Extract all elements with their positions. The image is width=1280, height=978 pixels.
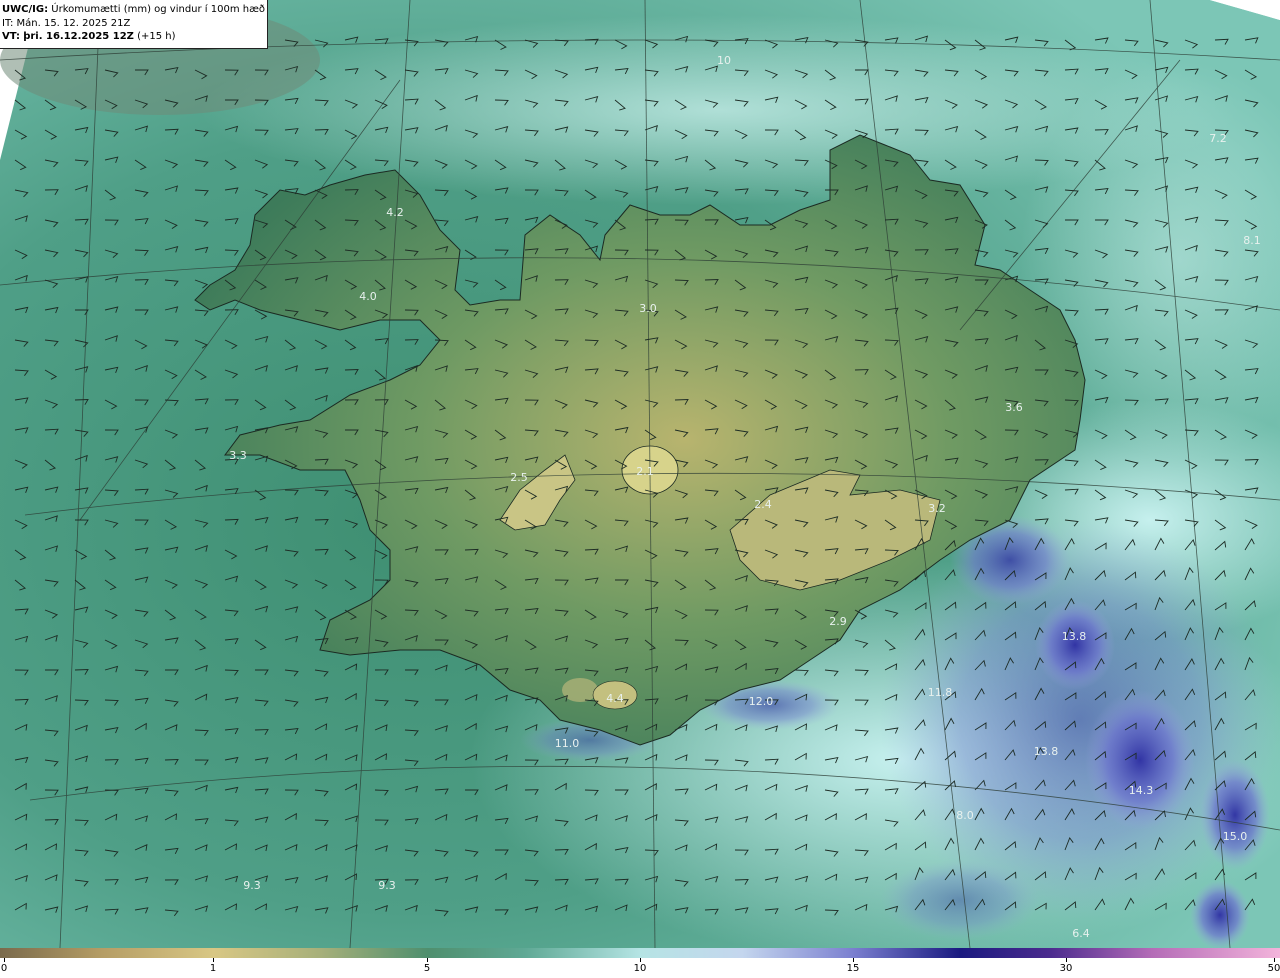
colorbar-tick-mark (853, 958, 854, 962)
precip-value-label: 2.1 (636, 465, 654, 478)
model-label: UWC/IG: (2, 4, 49, 15)
colorbar-tick-mark (213, 958, 214, 962)
colorbar (0, 948, 1280, 958)
precip-value-label: 2.9 (829, 615, 847, 628)
precip-value-label: 13.8 (1062, 630, 1087, 643)
valid-time: þri. 16.12.2025 12Z (23, 31, 134, 42)
lead-time: (+15 h) (137, 31, 176, 42)
precip-value-label: 8.1 (1243, 234, 1261, 247)
precip-value-label: 10 (717, 54, 731, 67)
precip-value-label: 3.3 (229, 449, 247, 462)
colorbar-ticks: 0 1 5 10 15 30 50 (0, 958, 1280, 978)
colorbar-tick-label: 5 (423, 963, 431, 974)
issue-time: IT: Mán. 15. 12. 2025 21Z (2, 17, 131, 29)
precip-value-label: 2.5 (510, 471, 528, 484)
precip-value-label: 3.0 (639, 302, 657, 315)
valid-label: VT: (2, 31, 21, 42)
colorbar-tick-label: 0 (0, 963, 8, 974)
precip-value-label: 3.6 (1005, 401, 1023, 414)
colorbar-tick-mark (427, 958, 428, 962)
precip-value-label: 6.4 (1072, 927, 1090, 940)
precip-value-label: 14.3 (1129, 784, 1154, 797)
precip-value-label: 3.2 (928, 502, 946, 515)
colorbar-tick-label: 1 (209, 963, 217, 974)
colorbar-tick-mark (1066, 958, 1067, 962)
colorbar-tick-label: 30 (1059, 963, 1073, 974)
forecast-map: 4.2 4.0 3.3 3.0 2.5 2.1 2.4 3.6 3.2 2.9 4.4 12.0 11.… (0, 0, 1280, 948)
colorbar-tick-mark (1274, 958, 1275, 962)
precip-value-label: 4.4 (606, 692, 624, 705)
precip-value-label: 15.0 (1223, 830, 1248, 843)
map-title: Úrkomumætti (mm) og vindur í 100m hæð (51, 4, 266, 15)
valid-time-line: VT: þri. 16.12.2025 12Z (+15 h) (2, 30, 267, 44)
header-info-box: UWC/IG: Úrkomumætti (mm) og vindur í 100… (0, 0, 268, 49)
precip-value-label: 11.0 (555, 737, 580, 750)
precip-value-label: 2.4 (754, 498, 772, 511)
precip-value-label: 9.3 (243, 879, 261, 892)
title-line: UWC/IG: Úrkomumætti (mm) og vindur í 100… (2, 3, 267, 17)
precip-value-label: 11.8 (928, 686, 953, 699)
precip-value-label: 4.2 (386, 206, 404, 219)
colorbar-tick-mark (640, 958, 641, 962)
precip-value-label: 13.8 (1034, 745, 1059, 758)
precip-value-label: 4.0 (359, 290, 377, 303)
precip-value-label: 9.3 (378, 879, 396, 892)
colorbar-tick-mark (4, 958, 5, 962)
precip-value-label: 8.0 (956, 809, 974, 822)
colorbar-tick-label: 10 (633, 963, 647, 974)
colorbar-tick-label: 50 (1267, 963, 1280, 974)
precip-value-label: 12.0 (749, 695, 774, 708)
precip-value-label: 7.2 (1209, 132, 1227, 145)
colorbar-tick-label: 15 (846, 963, 860, 974)
